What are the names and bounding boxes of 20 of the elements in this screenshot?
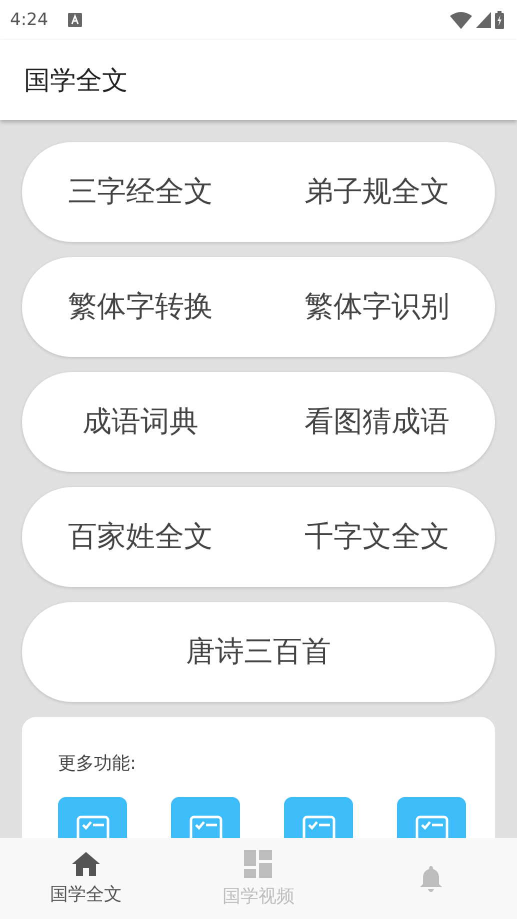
notification-icon xyxy=(68,13,82,27)
menu-link[interactable]: 唐诗三百首 xyxy=(186,632,331,672)
nav-tab[interactable]: 国学全文 xyxy=(0,838,172,919)
menu-link[interactable]: 千字文全文 xyxy=(304,517,450,557)
signal-icon xyxy=(476,12,491,28)
wifi-icon xyxy=(450,12,472,28)
menu-link[interactable]: 繁体字转换 xyxy=(68,287,213,327)
menu-link[interactable]: 成语词典 xyxy=(82,402,198,442)
grid-icon xyxy=(244,850,272,878)
home-icon xyxy=(72,852,100,876)
menu-link[interactable]: 三字经全文 xyxy=(68,172,213,212)
menu-link[interactable]: 繁体字识别 xyxy=(304,287,450,327)
app-title: 国学全文 xyxy=(24,64,128,98)
menu-link[interactable]: 弟子规全文 xyxy=(304,172,450,212)
bell-icon xyxy=(418,866,443,892)
section-title: 更多功能: xyxy=(58,752,136,775)
clock: 4:24 xyxy=(10,10,48,30)
menu-link[interactable]: 看图猜成语 xyxy=(304,402,450,442)
menu-link[interactable]: 百家姓全文 xyxy=(68,517,213,557)
battery-icon xyxy=(495,11,504,29)
